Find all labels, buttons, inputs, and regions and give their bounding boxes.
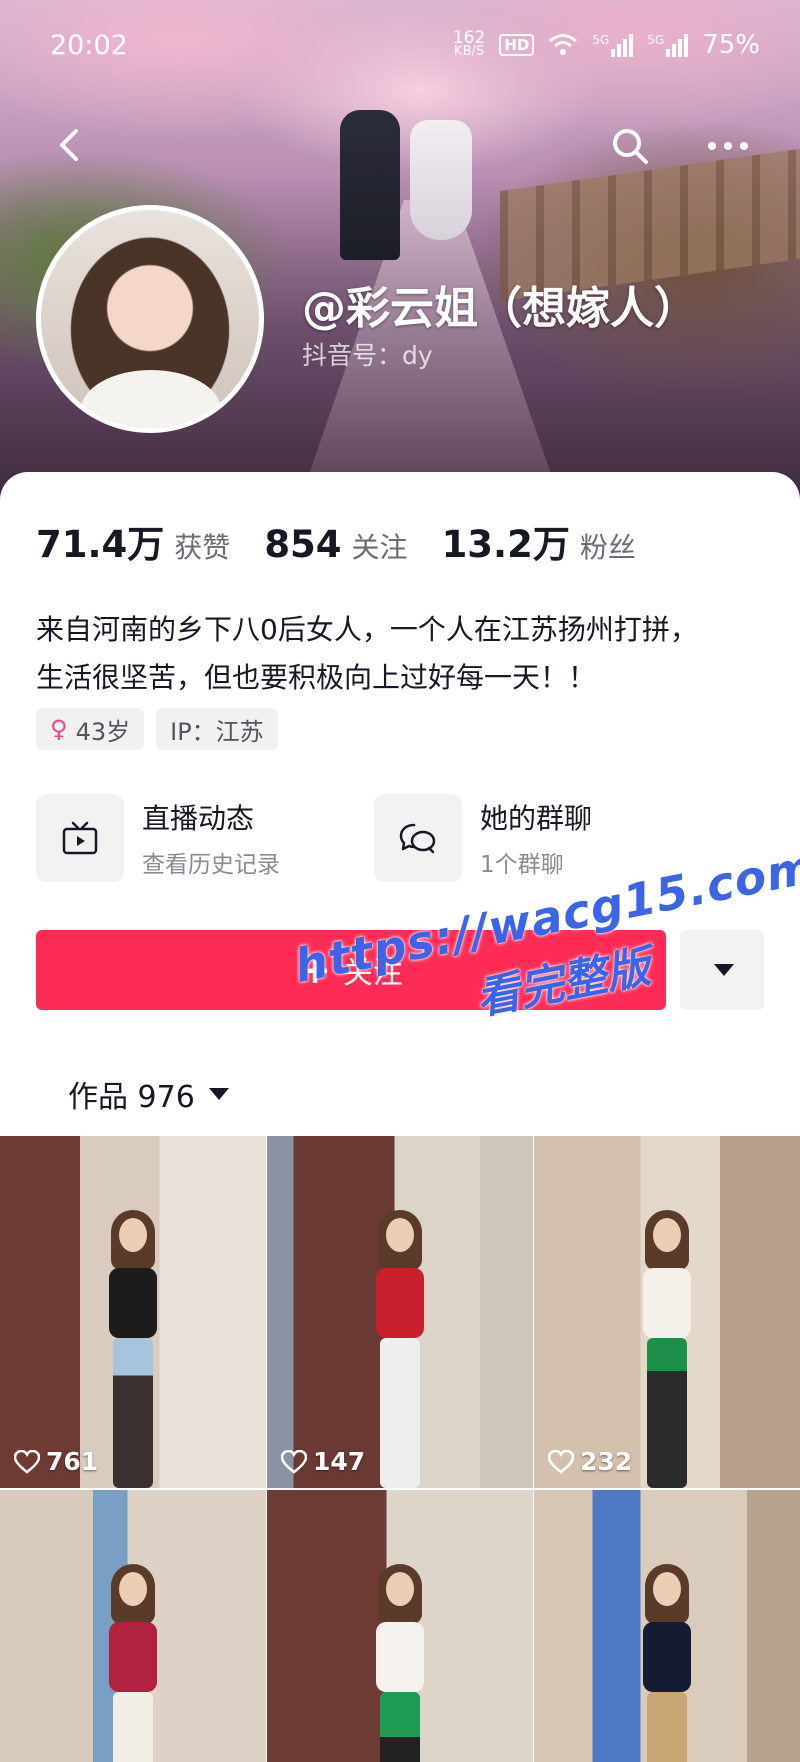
- video-likes: 761: [14, 1447, 98, 1476]
- group-chat-entry[interactable]: 她的群聊 1个群聊: [374, 794, 712, 882]
- video-thumbnail[interactable]: 147: [267, 1136, 533, 1488]
- stat-following-value: 854: [264, 523, 342, 566]
- stat-likes-value: 71.4万: [36, 523, 165, 566]
- group-chat-title: 她的群聊: [480, 802, 593, 835]
- hd-badge: HD: [499, 34, 535, 56]
- net-speed: 162 KB/S: [452, 28, 486, 59]
- follow-row: + 关注: [36, 930, 766, 1010]
- stat-following-label: 关注: [351, 531, 408, 564]
- network-label-1: 5G: [592, 33, 610, 47]
- ip-tag-text: IP：江苏: [170, 717, 264, 746]
- signal-bars-icon: [666, 33, 689, 57]
- video-likes: 232: [548, 1447, 632, 1476]
- avatar-shirt: [81, 370, 221, 428]
- live-history-title: 直播动态: [142, 802, 255, 835]
- follow-button[interactable]: + 关注: [36, 930, 666, 1010]
- stat-following[interactable]: 854 关注: [264, 523, 407, 566]
- video-thumbnail[interactable]: 232: [534, 1136, 800, 1488]
- feature-entries: 直播动态 查看历史记录 她的群聊 1个群聊: [36, 794, 776, 882]
- live-history-subtitle: 查看历史记录: [142, 852, 280, 878]
- network-label-2: 5G: [647, 33, 665, 47]
- video-figure: [360, 1188, 440, 1488]
- status-bar: 20:02 162 KB/S HD 5G 5G 75%: [0, 0, 800, 90]
- video-figure: [627, 1188, 707, 1488]
- chat-bubbles-icon: [374, 794, 462, 882]
- video-figure: [627, 1542, 707, 1762]
- avatar[interactable]: [36, 205, 264, 433]
- video-thumbnail[interactable]: [534, 1490, 800, 1762]
- video-figure: [360, 1542, 440, 1762]
- profile-banner: 20:02 162 KB/S HD 5G 5G 75% @彩云姐（想嫁人） 抖音…: [0, 0, 800, 500]
- age-tag: ♀ 43岁: [36, 708, 145, 750]
- stat-followers-value: 13.2万: [441, 523, 570, 566]
- heart-icon: [548, 1449, 574, 1474]
- video-likes-count: 761: [46, 1447, 99, 1476]
- live-history-entry[interactable]: 直播动态 查看历史记录: [36, 794, 374, 882]
- battery-level: 75%: [702, 30, 760, 60]
- video-likes: 147: [281, 1447, 365, 1476]
- profile-stats: 71.4万 获赞 854 关注 13.2万 粉丝: [36, 514, 636, 568]
- tab-works-label: 作品 976: [68, 1080, 195, 1115]
- recommend-dropdown-button[interactable]: [680, 930, 764, 1010]
- stat-likes-label: 获赞: [174, 531, 231, 564]
- follow-button-label: 关注: [342, 956, 403, 991]
- wifi-icon: [549, 34, 578, 55]
- top-nav: [0, 110, 800, 180]
- profile-nickname: @彩云姐（想嫁人）: [302, 283, 698, 334]
- plus-icon: +: [299, 948, 331, 992]
- video-figure: [93, 1188, 173, 1488]
- profile-card: 71.4万 获赞 854 关注 13.2万 粉丝 来自河南的乡下八0后女人，一个…: [0, 472, 800, 1136]
- video-thumbnail[interactable]: 761: [0, 1136, 266, 1488]
- signal-bars-icon: [611, 33, 634, 57]
- caret-down-icon: [714, 964, 734, 976]
- stat-followers[interactable]: 13.2万 粉丝: [442, 514, 636, 568]
- bio-line-1: 来自河南的乡下八0后女人，一个人在江苏扬州打拼，: [36, 613, 698, 646]
- video-likes-count: 147: [313, 1447, 366, 1476]
- caret-down-icon: [208, 1088, 229, 1100]
- ip-tag: IP：江苏: [156, 708, 278, 750]
- status-indicators: 162 KB/S HD 5G 5G 75%: [452, 28, 760, 61]
- profile-bio: 来自河南的乡下八0后女人，一个人在江苏扬州打拼， 生活很坚苦，但也要积极向上过好…: [36, 606, 776, 702]
- tv-icon: [36, 794, 124, 882]
- heart-icon: [14, 1449, 40, 1474]
- tab-works[interactable]: 作品 976: [68, 1072, 229, 1116]
- video-likes-count: 232: [580, 1447, 633, 1476]
- signal-2: 5G: [647, 33, 689, 57]
- video-thumbnail[interactable]: [0, 1490, 266, 1762]
- heart-icon: [281, 1449, 307, 1474]
- female-icon: ♀: [50, 715, 68, 743]
- douyin-id[interactable]: 抖音号：dy: [302, 336, 433, 372]
- signal-1: 5G: [592, 33, 634, 57]
- more-options-icon[interactable]: [704, 126, 752, 166]
- stat-likes[interactable]: 71.4万 获赞: [36, 514, 230, 568]
- age-tag-text: 43岁: [75, 717, 131, 746]
- video-figure: [93, 1542, 173, 1762]
- profile-tags: ♀ 43岁 IP：江苏: [36, 708, 278, 750]
- stat-followers-label: 粉丝: [579, 531, 636, 564]
- video-thumbnail[interactable]: [267, 1490, 533, 1762]
- group-chat-subtitle: 1个群聊: [480, 852, 564, 878]
- status-time: 20:02: [50, 29, 128, 61]
- bio-line-2: 生活很坚苦，但也要积极向上过好每一天！！: [36, 661, 597, 694]
- back-arrow-icon[interactable]: [52, 128, 86, 162]
- video-grid: 761 147 232: [0, 1136, 800, 1762]
- search-icon[interactable]: [610, 126, 650, 166]
